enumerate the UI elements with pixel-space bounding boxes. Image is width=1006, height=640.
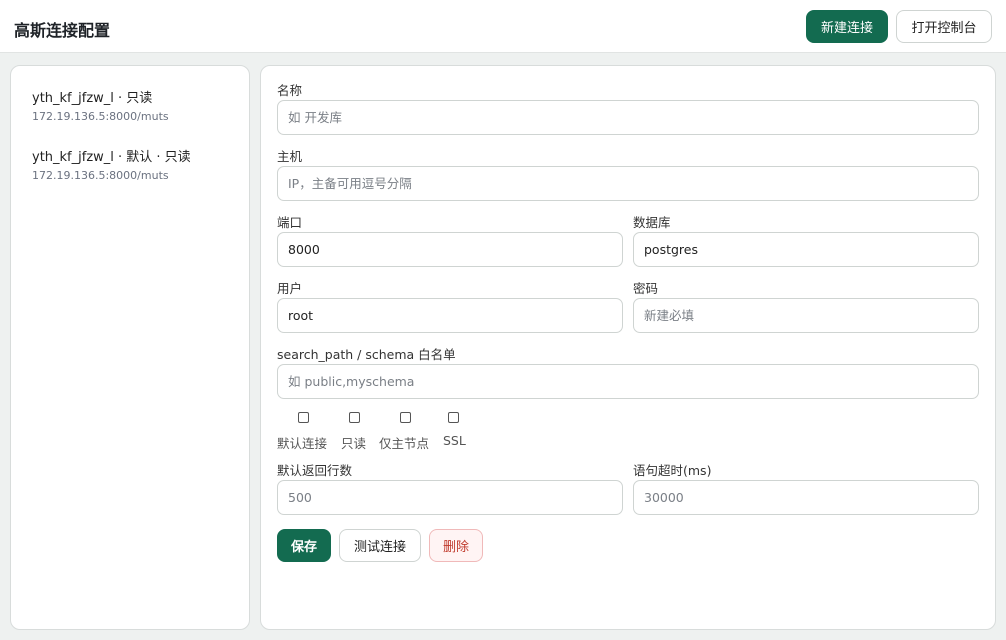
default-connection-checkbox[interactable] (298, 412, 309, 423)
port-input[interactable] (277, 232, 623, 267)
database-label: 数据库 (633, 215, 671, 230)
connection-address: 172.19.136.5:8000/muts (32, 169, 169, 182)
password-input[interactable] (633, 298, 979, 333)
readonly-label: 只读 (341, 436, 367, 451)
default-rows-label: 默认返回行数 (277, 463, 353, 478)
default-rows-input[interactable] (277, 480, 623, 515)
name-input[interactable] (277, 100, 979, 135)
default-connection-label: 默认连接 (277, 436, 328, 451)
user-input[interactable] (277, 298, 623, 333)
connection-item[interactable]: yth_kf_jfzw_l · 默认 · 只读 172.19.136.5:800… (32, 146, 191, 182)
name-label: 名称 (277, 83, 303, 98)
port-label: 端口 (277, 215, 303, 230)
primary-only-label: 仅主节点 (379, 436, 430, 451)
connection-name: yth_kf_jfzw_l · 只读 (32, 91, 153, 106)
database-input[interactable] (633, 232, 979, 267)
connection-address: 172.19.136.5:8000/muts (32, 110, 169, 123)
readonly-checkbox[interactable] (349, 412, 360, 423)
test-connection-button[interactable]: 测试连接 (339, 529, 421, 562)
primary-only-checkbox[interactable] (400, 412, 411, 423)
ssl-checkbox[interactable] (448, 412, 459, 423)
new-connection-button[interactable]: 新建连接 (806, 10, 888, 43)
host-input[interactable] (277, 166, 979, 201)
delete-button[interactable]: 删除 (429, 529, 483, 562)
password-label: 密码 (633, 281, 659, 296)
page-title: 高斯连接配置 (14, 21, 111, 40)
search-path-label: search_path / schema 白名单 (277, 347, 456, 362)
connection-list-panel: yth_kf_jfzw_l · 只读 172.19.136.5:8000/mut… (10, 65, 250, 630)
user-label: 用户 (277, 281, 303, 296)
save-button[interactable]: 保存 (277, 529, 331, 562)
top-bar: 高斯连接配置 新建连接 打开控制台 (0, 0, 1006, 53)
statement-timeout-label: 语句超时(ms) (633, 463, 712, 478)
connection-item[interactable]: yth_kf_jfzw_l · 只读 172.19.136.5:8000/mut… (32, 87, 169, 123)
statement-timeout-input[interactable] (633, 480, 979, 515)
ssl-label: SSL (443, 433, 466, 448)
connection-name: yth_kf_jfzw_l · 默认 · 只读 (32, 150, 191, 165)
host-label: 主机 (277, 149, 303, 164)
open-console-button[interactable]: 打开控制台 (896, 10, 992, 43)
search-path-input[interactable] (277, 364, 979, 399)
